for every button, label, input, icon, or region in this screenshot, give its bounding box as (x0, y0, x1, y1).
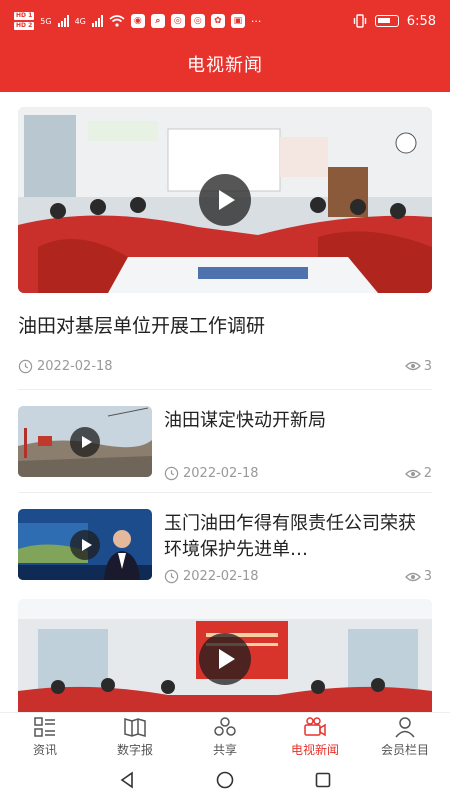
tab-label: 共享 (212, 742, 237, 757)
publish-date: 2022-02-18 (183, 569, 259, 584)
eye-icon (404, 469, 421, 478)
hd-indicator: HD 1 HD 2 (14, 12, 35, 30)
vibrate-icon (353, 14, 366, 28)
status-bar: HD 1 HD 2 5G 4G ◉ ⌕ ◎ ◎ ✿ ▣ ··· 6:58 (0, 0, 450, 42)
feature-video-thumbnail[interactable] (18, 107, 432, 293)
eye-icon (404, 572, 421, 581)
tab-label: 电视新闻 (290, 742, 339, 757)
network-5g: 5G (40, 16, 52, 26)
home-icon[interactable] (216, 771, 234, 789)
app-icon: ✿ (210, 14, 225, 28)
back-icon[interactable] (118, 771, 136, 789)
wifi-icon (109, 15, 125, 27)
news-meta: 2022-02-18 3 (164, 569, 432, 584)
video-camera-icon (304, 716, 326, 736)
network-4g: 4G (74, 16, 86, 26)
tab-tv-news[interactable]: 电视新闻 (270, 713, 360, 760)
tab-label: 数字报 (116, 742, 153, 757)
feature-news-meta: 2022-02-18 3 (18, 357, 432, 375)
eye-icon (404, 361, 421, 371)
top-bar: HD 1 HD 2 5G 4G ◉ ⌕ ◎ ◎ ✿ ▣ ··· 6:58 电视新… (0, 0, 450, 92)
view-count: 2 (423, 466, 432, 481)
play-icon[interactable] (70, 426, 100, 457)
feature-news-card[interactable]: 油田对基层单位开展工作调研 2022-02-18 3 (0, 92, 450, 375)
clock-icon (164, 466, 179, 481)
view-count: 3 (423, 569, 432, 584)
tab-label: 资讯 (32, 742, 57, 757)
feature-news-card[interactable] (0, 599, 450, 712)
list-icon (34, 716, 55, 737)
tab-label: 会员栏目 (380, 742, 429, 757)
weibo-icon-2: ◎ (190, 14, 205, 28)
news-meta: 2022-02-18 2 (164, 466, 432, 481)
feature-news-title[interactable]: 油田对基层单位开展工作调研 (18, 313, 432, 339)
bottom-tab-bar: 资讯 数字报 共享 电视新闻 会员栏目 (0, 712, 450, 760)
news-item[interactable]: 油田谋定快动开新局 2022-02-18 2 (0, 390, 450, 492)
signal-icon (57, 15, 69, 27)
weibo-icon: ◎ (170, 14, 185, 28)
gallery-icon: ▣ (230, 14, 245, 28)
news-video-thumbnail[interactable] (18, 406, 152, 477)
battery-icon (374, 15, 399, 27)
news-title[interactable]: 油田谋定快动开新局 (164, 408, 432, 460)
tab-share[interactable]: 共享 (180, 713, 270, 760)
news-video-thumbnail[interactable] (18, 509, 152, 580)
search-app-icon: ⌕ (150, 14, 165, 28)
page-title: 电视新闻 (187, 55, 263, 76)
feature-video-thumbnail[interactable] (18, 599, 432, 712)
clock-icon (18, 359, 33, 373)
publish-date: 2022-02-18 (183, 466, 259, 481)
share-icon (214, 716, 236, 736)
system-navigation-bar (0, 760, 450, 800)
tab-digital-paper[interactable]: 数字报 (90, 713, 180, 760)
play-icon[interactable] (199, 174, 251, 226)
play-icon[interactable] (70, 529, 100, 560)
news-title[interactable]: 玉门油田乍得有限责任公司荣获环境保护先进单… (164, 511, 432, 563)
play-icon[interactable] (199, 633, 251, 685)
recents-icon[interactable] (314, 771, 332, 789)
app-notification-icon: ◉ (130, 14, 145, 28)
tab-news[interactable]: 资讯 (0, 713, 90, 760)
clock-icon (164, 569, 179, 584)
more-notifications: ··· (250, 14, 262, 28)
view-count: 3 (423, 358, 432, 374)
signal-icon-2 (91, 15, 103, 27)
newspaper-icon (124, 717, 146, 737)
user-icon (395, 716, 415, 737)
tab-member[interactable]: 会员栏目 (360, 713, 450, 760)
clock: 6:58 (406, 13, 436, 29)
news-list[interactable]: 油田对基层单位开展工作调研 2022-02-18 3 油田谋定快动开新局 202… (0, 92, 450, 712)
news-item[interactable]: 玉门油田乍得有限责任公司荣获环境保护先进单… 2022-02-18 3 (0, 493, 450, 595)
publish-date: 2022-02-18 (37, 358, 113, 374)
